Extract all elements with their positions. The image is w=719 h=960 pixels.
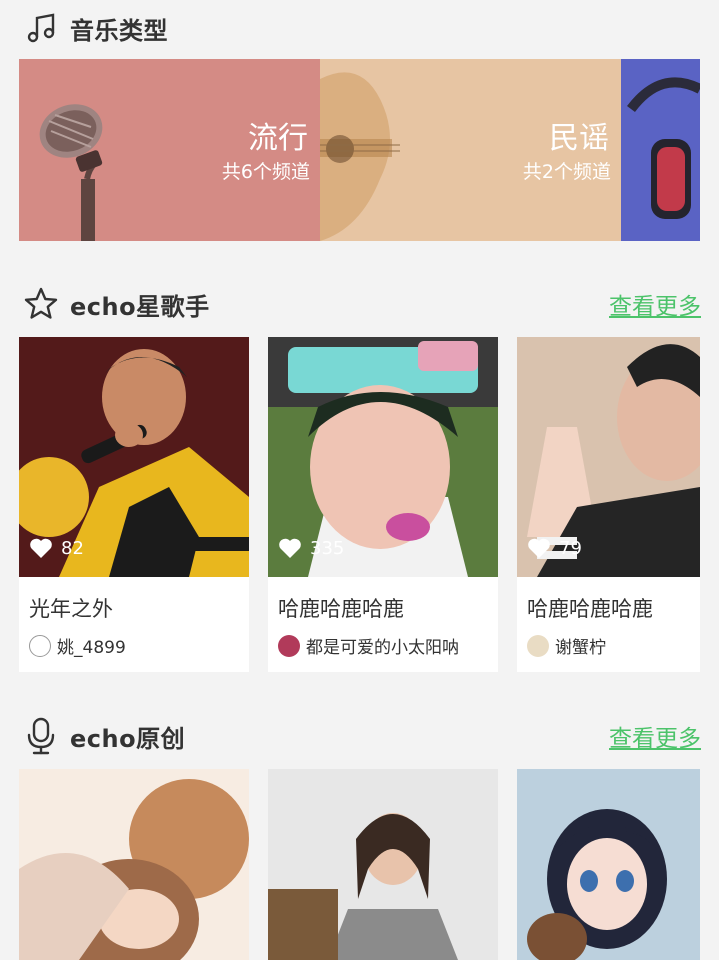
originals-cards	[19, 769, 700, 960]
genre-pop-banner[interactable]: 流行 共6个频道	[19, 59, 320, 241]
singer-cover-image: 79	[517, 337, 700, 577]
originals-header: echo原创 查看更多	[22, 716, 701, 756]
singer-author: 谢蟹柠	[517, 629, 700, 672]
originals-see-more-link[interactable]: 查看更多	[609, 719, 701, 753]
singer-likes-count: 79	[559, 537, 582, 559]
heart-icon	[279, 538, 301, 558]
singer-card[interactable]: 82 光年之外 姚_4899	[19, 337, 249, 672]
genre-pop-name: 流行	[248, 121, 308, 156]
original-cover-image	[268, 769, 498, 960]
music-types-header: 音乐类型	[22, 8, 701, 48]
genre-folk-name: 民谣	[549, 121, 609, 156]
original-cover-image	[19, 769, 249, 960]
singer-author-name: 都是可爱的小太阳呐	[306, 638, 459, 658]
avatar	[527, 634, 549, 657]
singer-author: 姚_4899	[19, 629, 249, 672]
singer-likes: 82	[29, 537, 84, 559]
singer-likes-count: 82	[61, 537, 84, 559]
genre-folk-banner[interactable]: 民谣 共2个频道	[320, 59, 621, 241]
genre-pop-count: 共6个频道	[221, 161, 310, 183]
singer-card[interactable]: 335 哈鹿哈鹿哈鹿 都是可爱的小太阳呐	[268, 337, 498, 672]
headphones-image	[621, 59, 700, 241]
singer-author-name: 谢蟹柠	[555, 638, 606, 658]
singer-likes: 335	[278, 537, 344, 559]
singer-author: 都是可爱的小太阳呐	[268, 629, 498, 672]
star-singers-header: echo星歌手 查看更多	[22, 284, 701, 324]
singer-song-title: 光年之外	[29, 597, 113, 621]
singer-song-title: 哈鹿哈鹿哈鹿	[278, 597, 404, 621]
singer-cover-image: 335	[268, 337, 498, 577]
original-card[interactable]	[268, 769, 498, 960]
singer-likes-count: 335	[310, 537, 345, 559]
original-card[interactable]	[517, 769, 700, 960]
heart-icon	[30, 538, 52, 558]
original-cover-image	[517, 769, 700, 960]
avatar	[29, 634, 51, 657]
star-singers-see-more-link[interactable]: 查看更多	[609, 287, 701, 321]
singer-author-name: 姚_4899	[57, 638, 126, 658]
original-card[interactable]	[19, 769, 249, 960]
microphone-icon	[22, 717, 60, 755]
singer-song-title: 哈鹿哈鹿哈鹿	[527, 597, 653, 621]
originals-title: echo原创	[70, 724, 186, 753]
avatar	[278, 634, 300, 657]
music-note-icon	[22, 9, 60, 47]
genre-third-banner[interactable]	[621, 59, 700, 241]
star-singers-title: echo星歌手	[70, 292, 210, 321]
genre-folk-count: 共2个频道	[522, 161, 611, 183]
heart-icon	[528, 538, 550, 558]
star-singers-cards: 82 光年之外 姚_4899 335 哈鹿哈鹿哈鹿 都是可爱的小太阳呐 79 哈…	[19, 337, 700, 672]
singer-likes: 79	[527, 537, 582, 559]
singer-cover-image: 82	[19, 337, 249, 577]
music-types-title: 音乐类型	[70, 16, 168, 45]
singer-card[interactable]: 79 哈鹿哈鹿哈鹿 谢蟹柠	[517, 337, 700, 672]
star-icon	[22, 285, 60, 323]
genre-banners: 流行 共6个频道 民谣 共2个频道	[19, 59, 700, 241]
